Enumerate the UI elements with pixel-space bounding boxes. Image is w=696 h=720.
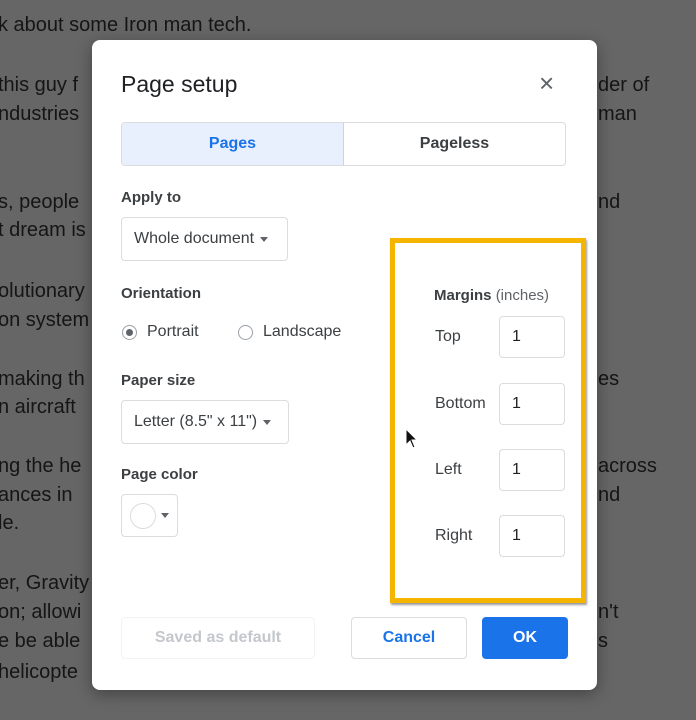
background-text-line: n aircraft [0, 396, 76, 418]
mouse-cursor-icon [405, 428, 419, 449]
radio-portrait[interactable]: Portrait [122, 323, 199, 341]
background-text-line: t dream is [0, 219, 86, 241]
margin-bottom-input[interactable] [499, 383, 565, 425]
apply-to-label: Apply to [121, 189, 181, 206]
background-text-line: k about some Iron man tech. [0, 14, 252, 36]
page-color-button[interactable] [121, 494, 178, 537]
saved-as-default-button[interactable]: Saved as default [121, 617, 315, 659]
background-text-line-end: n't [598, 601, 619, 623]
page-color-label: Page color [121, 466, 198, 483]
radio-icon [122, 324, 137, 340]
background-text-line-end: s [598, 630, 608, 652]
apply-to-value: Whole document [134, 230, 255, 247]
dialog-title: Page setup [121, 71, 238, 97]
portrait-label: Portrait [147, 323, 199, 340]
margin-right-label: Right [435, 527, 473, 544]
ok-button[interactable]: OK [482, 617, 568, 659]
chevron-down-icon [161, 513, 169, 518]
chevron-down-icon [260, 236, 269, 242]
background-text-line: le. [0, 512, 20, 534]
background-text-line: ng the he [0, 455, 82, 477]
background-text-line: helicopte [0, 661, 79, 683]
tab-group: Pages Pageless [121, 122, 566, 166]
margin-top-label: Top [435, 328, 461, 345]
margin-left-label: Left [435, 461, 462, 478]
background-text-line: making th [0, 368, 85, 390]
tab-pages[interactable]: Pages [122, 123, 344, 165]
background-text-line: er, Gravity [0, 572, 90, 594]
background-text-line: ndustries [0, 103, 80, 125]
background-text-line-end: der of [598, 74, 650, 96]
margin-bottom-label: Bottom [435, 395, 486, 412]
background-text-line: e be able [0, 630, 81, 652]
background-text-line: on; allowi [0, 601, 82, 623]
background-text-line-end: across [598, 455, 657, 477]
paper-size-select[interactable]: Letter (8.5" x 11") [121, 400, 289, 444]
background-text-line-end: es [598, 368, 620, 390]
paper-size-value: Letter (8.5" x 11") [134, 413, 258, 430]
margins-highlight-box: Margins (inches) Top Bottom Left Right [390, 238, 586, 603]
margin-right-input[interactable] [499, 515, 565, 557]
margin-top-input[interactable] [499, 316, 565, 358]
chevron-down-icon [263, 419, 272, 425]
radio-icon [238, 324, 253, 340]
color-swatch-icon [130, 502, 156, 529]
tab-pageless[interactable]: Pageless [344, 123, 565, 165]
radio-landscape[interactable]: Landscape [238, 323, 341, 341]
page-setup-dialog: Page setup × Pages Pageless Apply to Who… [92, 40, 597, 690]
background-text-line: this guy f [0, 74, 79, 96]
background-text-line-end: man [598, 103, 637, 125]
close-icon[interactable]: × [539, 70, 554, 96]
apply-to-select[interactable]: Whole document [121, 217, 288, 261]
background-text-line: olutionary [0, 280, 85, 302]
background-text-line-end: nd [598, 191, 621, 213]
background-text-line: ances in [0, 484, 73, 506]
margin-left-input[interactable] [499, 449, 565, 491]
margins-label: Margins (inches) [434, 287, 550, 304]
background-text-line-end: nd [598, 484, 621, 506]
background-text-line: s, people [0, 191, 80, 213]
background-text-line: on system [0, 309, 90, 331]
paper-size-label: Paper size [121, 372, 196, 389]
cancel-button[interactable]: Cancel [351, 617, 467, 659]
landscape-label: Landscape [263, 323, 342, 340]
orientation-label: Orientation [121, 285, 202, 302]
